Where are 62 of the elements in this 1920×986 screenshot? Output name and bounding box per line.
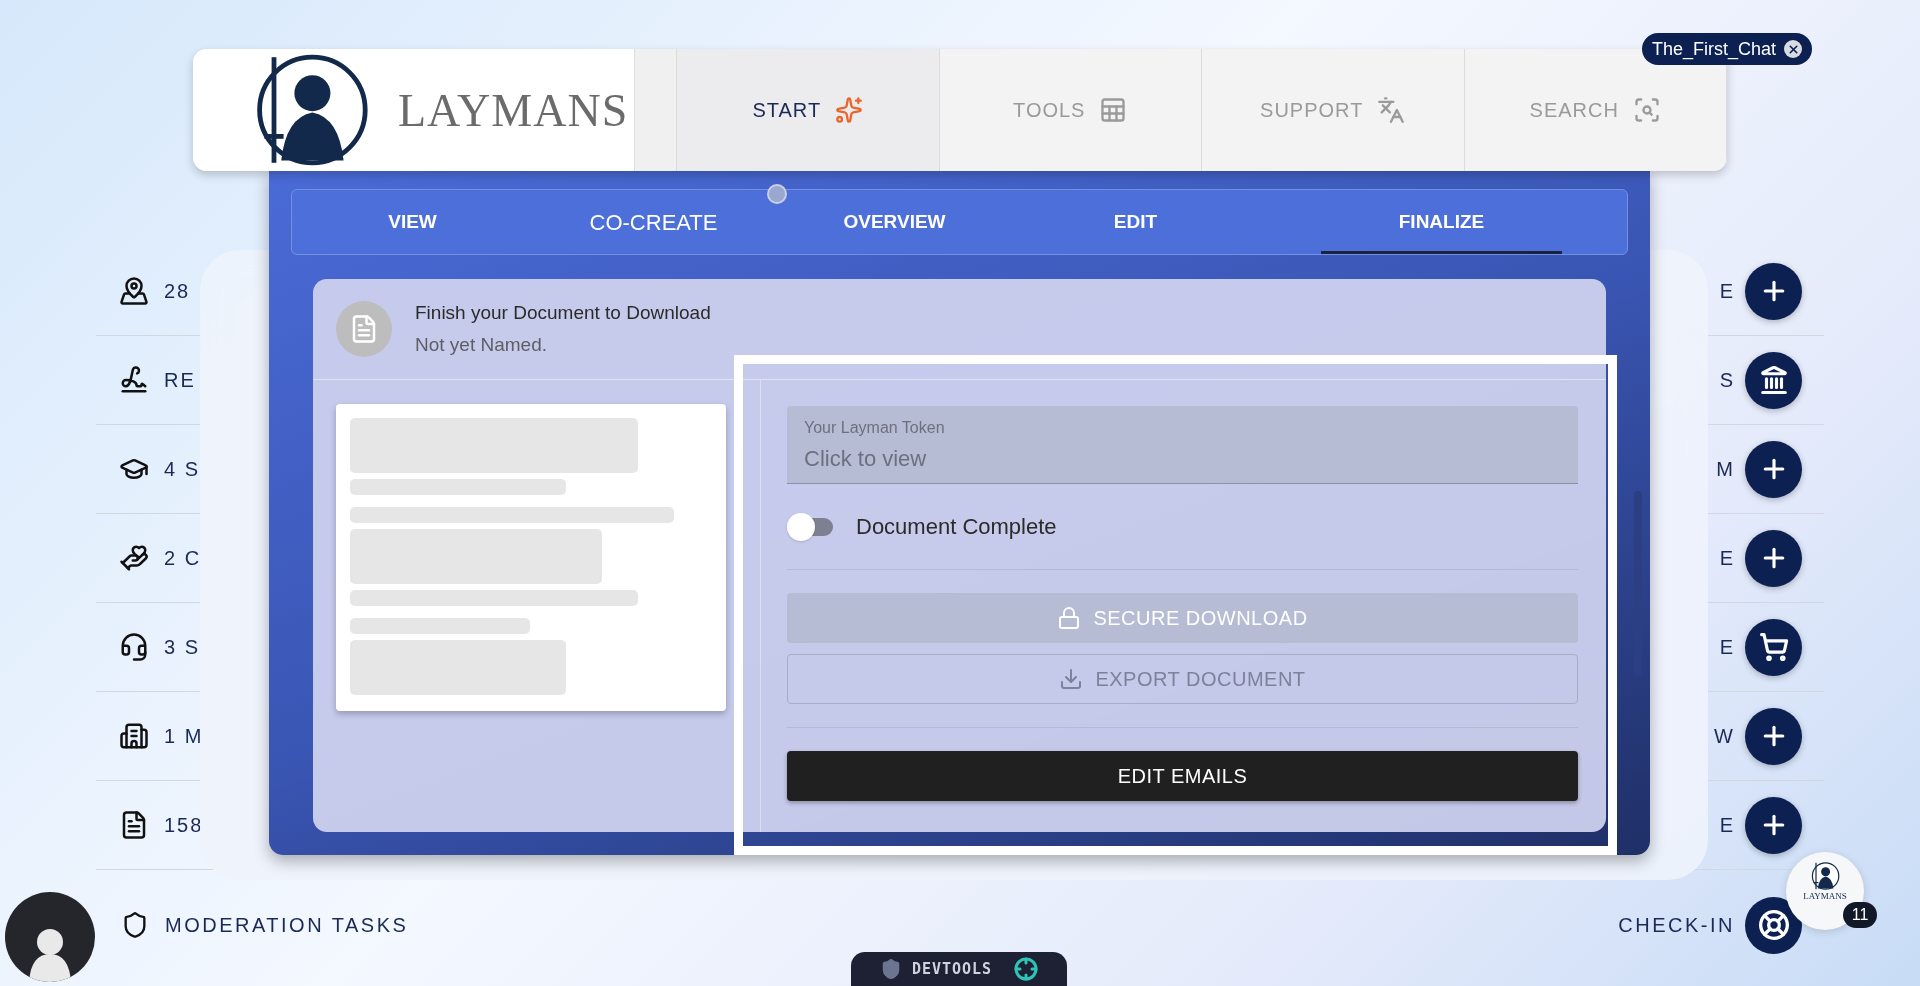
row-label: 1 M (164, 724, 204, 749)
action-button[interactable]: EDIT EMAILS (787, 751, 1578, 801)
logo-caption: LAYMANS (1803, 892, 1847, 901)
download-icon (1059, 667, 1084, 691)
nav-tab[interactable]: TOOLS (939, 49, 1202, 171)
devtools-tab[interactable]: DEVTOOLS (851, 952, 1067, 986)
row-action-button[interactable] (1745, 796, 1802, 854)
dialog-tab[interactable]: FINALIZE (1321, 190, 1562, 254)
row-label: E (1719, 813, 1735, 838)
dialog-tab[interactable]: OVERVIEW (774, 190, 1015, 254)
grid-icon (1099, 96, 1128, 124)
chat-chip[interactable]: The_First_Chat (1642, 33, 1813, 65)
devtools-label: DEVTOOLS (911, 958, 993, 980)
sparkle-icon (835, 96, 864, 124)
row-label: E (1719, 635, 1735, 660)
translate-icon (1377, 96, 1406, 124)
map-pin-icon (119, 276, 149, 306)
field-label: Your Layman Token (804, 418, 946, 438)
row-label: 3 S (164, 635, 201, 660)
count-badge: 11 (1843, 902, 1877, 928)
row-label: E (1719, 279, 1735, 304)
bank-icon (1758, 365, 1789, 395)
row-label: M (1716, 457, 1735, 482)
lock-icon (1057, 606, 1082, 630)
row-label: 158 (164, 813, 204, 838)
cart-icon (1758, 632, 1789, 662)
dialog-tab[interactable]: VIEW (292, 190, 533, 254)
row-label: S (1719, 368, 1735, 393)
row-label: 4 S (164, 457, 201, 482)
row-action-button[interactable] (1745, 262, 1802, 320)
row-label: E (1719, 546, 1735, 571)
card-title: Finish your Document to Download (415, 300, 711, 325)
row-action-button[interactable] (1745, 618, 1802, 676)
row-action-button[interactable] (1745, 707, 1802, 765)
row-action-button[interactable] (1745, 529, 1802, 587)
headset-icon (119, 632, 149, 662)
dialog-tab[interactable]: EDIT (1015, 190, 1256, 254)
token-field[interactable]: Your Layman Token Click to view (787, 406, 1578, 484)
toggle-label: Document Complete (856, 513, 1057, 541)
nav-tab[interactable]: SUPPORT (1202, 49, 1465, 171)
row-label: RE (164, 368, 196, 393)
row-label: 28 (164, 279, 191, 304)
close-icon[interactable] (1784, 40, 1803, 58)
row-action-button[interactable] (1745, 440, 1802, 498)
token-input[interactable]: Click to view (804, 442, 1561, 475)
search-icon (1632, 96, 1661, 124)
crosshair-icon (1014, 957, 1039, 981)
hand-heart-icon (119, 543, 149, 573)
dialog-tab[interactable]: CO-CREATE (533, 190, 774, 254)
card-subtitle: Not yet Named. (415, 333, 548, 357)
building-icon (119, 721, 149, 751)
moderation-tasks-link[interactable]: MODERATION TASKS (165, 910, 409, 940)
row-action-button[interactable] (1745, 351, 1802, 409)
logo-text: LAYMANS (398, 83, 629, 138)
lifebuoy-icon (1757, 909, 1790, 941)
nav-tab[interactable]: START (677, 49, 940, 171)
row-label: W (1714, 724, 1735, 749)
signature-icon (119, 365, 149, 395)
indicator-icon (767, 184, 787, 204)
check-in-link[interactable]: CHECK-IN (1618, 910, 1735, 940)
row-label: 2 C (164, 546, 202, 571)
justice-emblem-icon (1810, 861, 1840, 891)
